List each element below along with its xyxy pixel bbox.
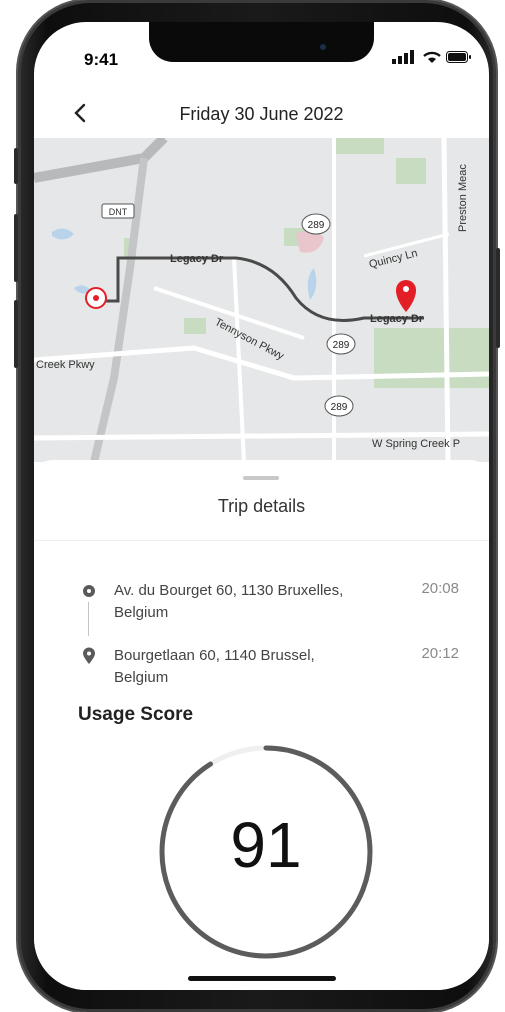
- power-button: [496, 248, 500, 348]
- map-label-w-spring: W Spring Creek P: [372, 438, 460, 450]
- sheet-grabber[interactable]: [243, 476, 279, 480]
- home-indicator[interactable]: [188, 976, 336, 981]
- divider: [34, 540, 489, 541]
- stop-address-line2: Belgium: [114, 669, 169, 686]
- header: Friday 30 June 2022: [34, 92, 489, 136]
- map-label-hwy-b: 289: [333, 340, 350, 351]
- map-label-legacy-dr: Legacy Dr: [170, 253, 224, 265]
- mute-switch: [14, 148, 18, 184]
- stop-time: 20:12: [421, 645, 459, 662]
- location-pin-icon: [83, 647, 95, 664]
- stop-address-line1: Bourgetlaan 60, 1140 Brussel,: [114, 647, 315, 664]
- map-canvas: DNT 289 289 289 Legacy Dr Legacy Dr Quin…: [34, 138, 489, 462]
- battery-icon: [446, 51, 471, 63]
- stop-address: Av. du Bourget 60, 1130 Bruxelles, Belgi…: [114, 580, 384, 624]
- notch: [149, 22, 374, 62]
- wifi-icon: [423, 51, 441, 63]
- map-label-legacy-dr: Legacy Dr: [370, 313, 424, 325]
- map-label-creek-pkwy: Creek Pkwy: [36, 359, 95, 371]
- stop-address: Bourgetlaan 60, 1140 Brussel, Belgium: [114, 645, 384, 689]
- stop-address-line1: Av. du Bourget 60, 1130 Bruxelles,: [114, 582, 344, 599]
- map-label-hwy-c: 289: [331, 402, 348, 413]
- map-label-dnt: DNT: [109, 207, 128, 217]
- dot-icon: [83, 585, 95, 597]
- page-title: Friday 30 June 2022: [179, 104, 344, 124]
- status-bar: 9:41: [34, 22, 489, 82]
- map-label-hwy-a: 289: [308, 220, 325, 231]
- status-time: 9:41: [84, 50, 119, 69]
- stop-connector: [88, 602, 89, 636]
- map-label-preston: Preston Meac: [457, 164, 469, 232]
- usage-score-title: Usage Score: [78, 704, 194, 725]
- stop-address-line2: Belgium: [114, 604, 169, 621]
- volume-down-button: [14, 300, 18, 368]
- camera-icon: [320, 44, 326, 50]
- stop-time: 20:08: [421, 580, 459, 597]
- usage-score-value: 91: [230, 809, 302, 881]
- volume-up-button: [14, 214, 18, 282]
- trip-details-title: Trip details: [217, 496, 306, 516]
- cellular-signal-icon: [392, 50, 414, 64]
- trip-map[interactable]: DNT 289 289 289 Legacy Dr Legacy Dr Quin…: [34, 138, 489, 462]
- screen: 9:41 Friday 30 June 2022 DNT 289 289 289…: [34, 22, 489, 990]
- trip-details-sheet: Trip details Av. du Bourget 60, 1130 Bru…: [34, 460, 489, 990]
